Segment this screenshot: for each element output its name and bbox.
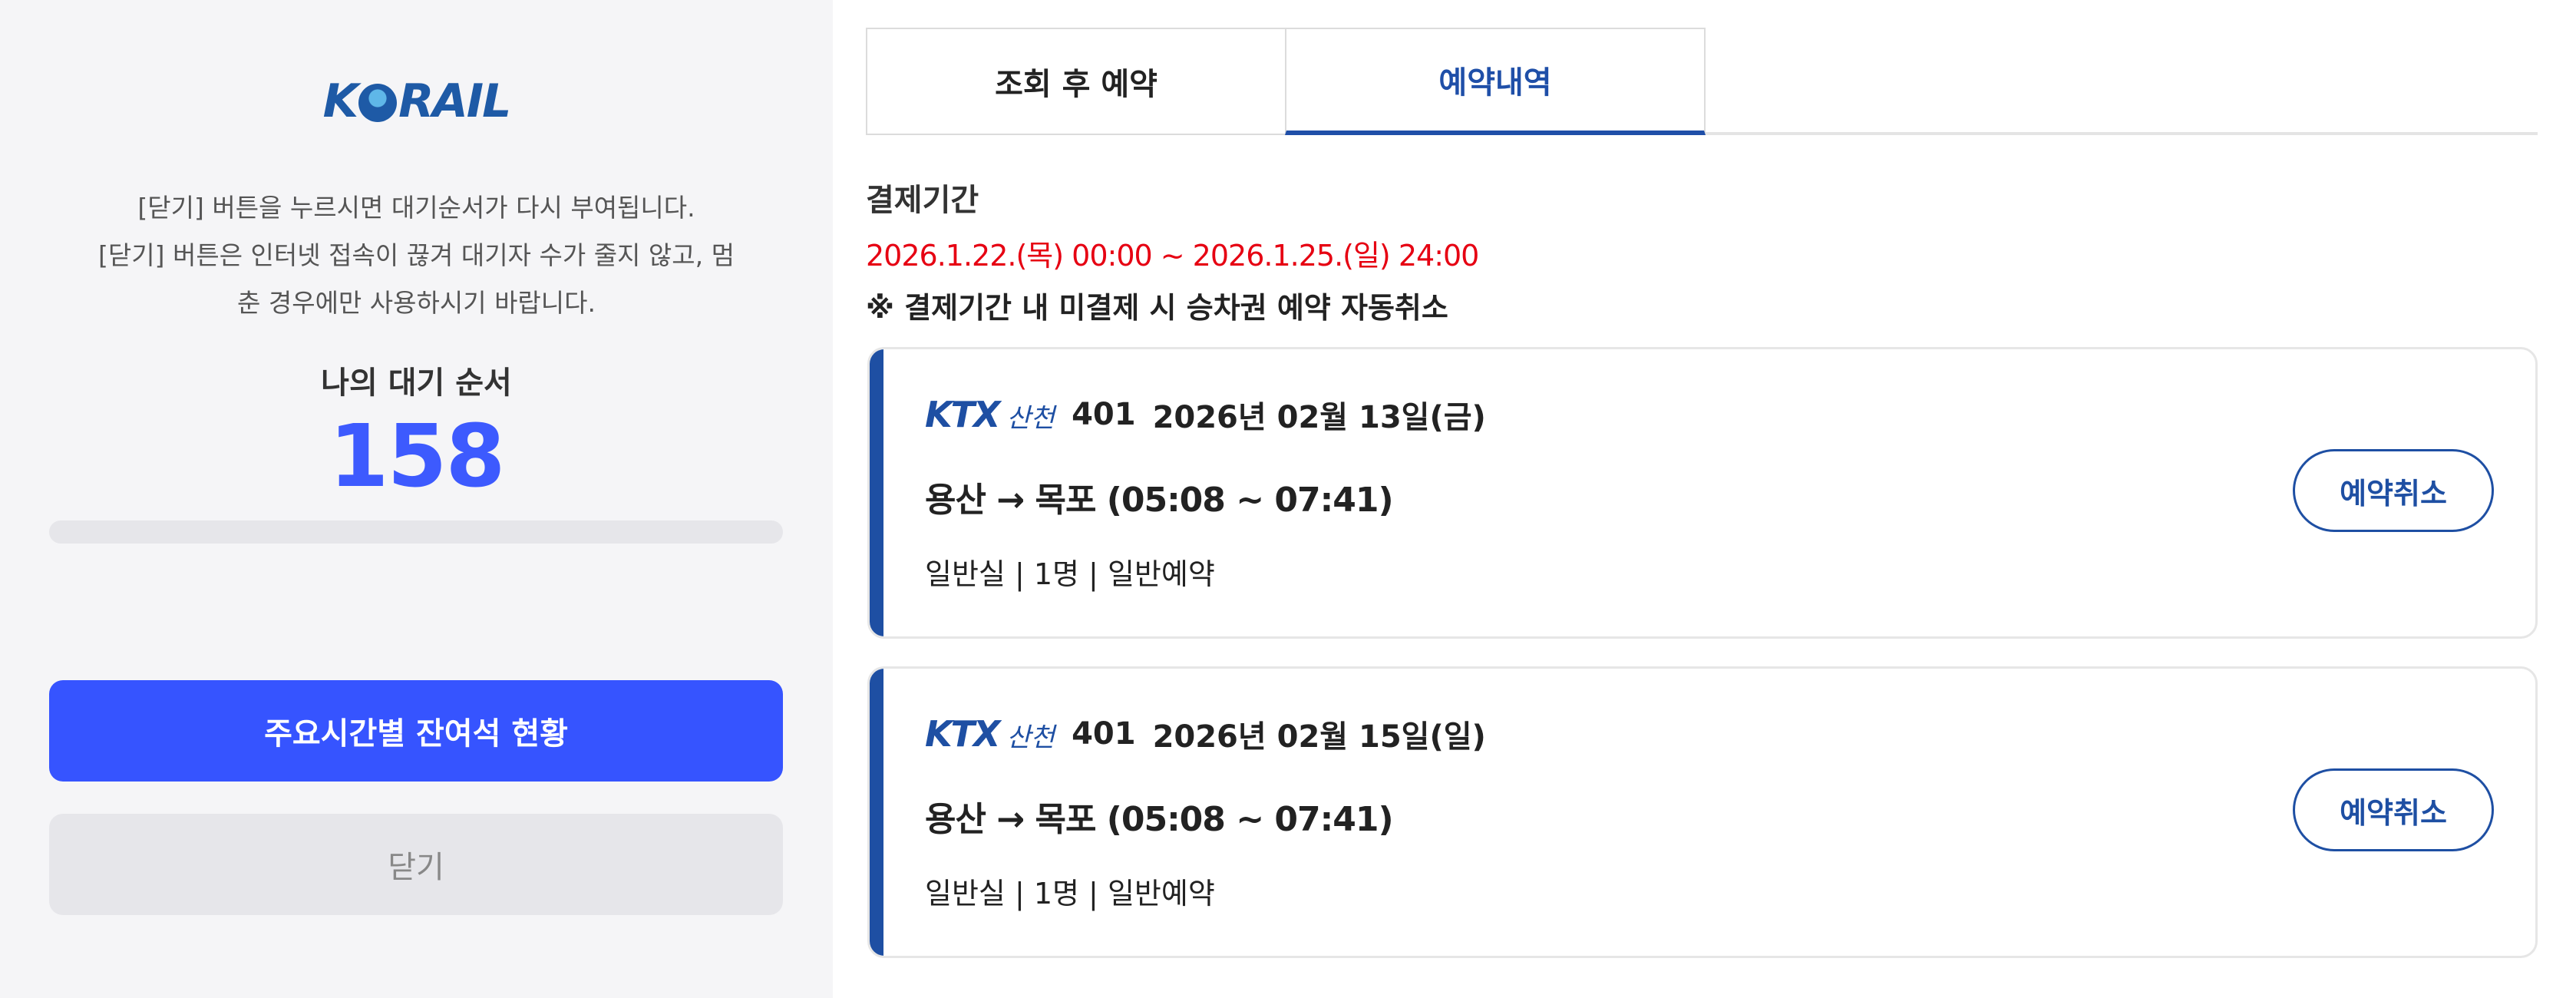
notice-line: 춘 경우에만 사용하시기 바랍니다. [237,288,596,318]
tab-search-reserve[interactable]: 조회 후 예약 [866,28,1286,135]
notice-line: [닫기] 버튼을 누르시면 대기순서가 다시 부여됩니다. [137,193,695,223]
notice-line: [닫기] 버튼은 인터넷 접속이 끊겨 대기자 수가 줄지 않고, 멈 [98,240,735,270]
logo-text-k: K [322,74,358,128]
close-button[interactable]: 닫기 [49,814,783,915]
ticket-detail: 일반실 | 1명 | 일반예약 [925,877,1215,910]
cancel-reservation-button[interactable]: 예약취소 [2293,768,2494,851]
ktx-logo-mark: KTX [925,394,1000,435]
ktx-logo-line: 산천 [1006,403,1055,434]
train-number: 401 [1072,716,1136,752]
train-number: 401 [1072,397,1136,432]
seat-status-button[interactable]: 주요시간별 잔여석 현황 [49,680,783,782]
waiting-panel: K RAIL [닫기] 버튼을 누르시면 대기순서가 다시 부여됩니다. [닫기… [0,0,833,998]
train-date: 2026년 02월 13일(금) [1152,400,1486,435]
korail-globe-icon [358,84,398,122]
reservation-card: KTX 산천 401 2026년 02월 13일(금) 용산 → 목포 (05:… [867,347,2538,639]
cancel-reservation-button[interactable]: 예약취소 [2293,449,2494,532]
reservation-header: KTX 산천 401 2026년 02월 15일(일) [925,712,1486,756]
ktx-logo-mark: KTX [925,713,1000,755]
ticket-detail: 일반실 | 1명 | 일반예약 [925,557,1215,591]
tab-reservation-history[interactable]: 예약내역 [1285,28,1706,135]
reservation-header: KTX 산천 401 2026년 02월 13일(금) [925,392,1486,437]
reservation-card: KTX 산천 401 2026년 02월 15일(일) 용산 → 목포 (05:… [867,666,2538,958]
train-route: 용산 → 목포 (05:08 ~ 07:41) [925,800,1394,839]
queue-label: 나의 대기 순서 [321,365,512,401]
ktx-sancheon-logo: KTX 산천 [925,394,1055,435]
train-route: 용산 → 목포 (05:08 ~ 07:41) [925,481,1394,520]
ktx-logo-line: 산천 [1006,722,1055,753]
queue-number: 158 [329,407,506,507]
korail-logo: K RAIL [0,71,833,132]
train-date: 2026년 02월 15일(일) [1152,719,1486,755]
queue-progress-bar [49,520,783,544]
ktx-sancheon-logo: KTX 산천 [925,713,1055,755]
logo-text-rail: RAIL [398,74,511,128]
close-notice: [닫기] 버튼을 누르시면 대기순서가 다시 부여됩니다. [닫기] 버튼은 인… [31,184,802,327]
payment-period-note: ※ 결제기간 내 미결제 시 승차권 예약 자동취소 [866,291,1448,325]
payment-period-range: 2026.1.22.(목) 00:00 ~ 2026.1.25.(일) 24:0… [866,239,1479,273]
tab-bar: 조회 후 예약 예약내역 [866,28,2538,135]
payment-period-title: 결제기간 [866,183,979,218]
